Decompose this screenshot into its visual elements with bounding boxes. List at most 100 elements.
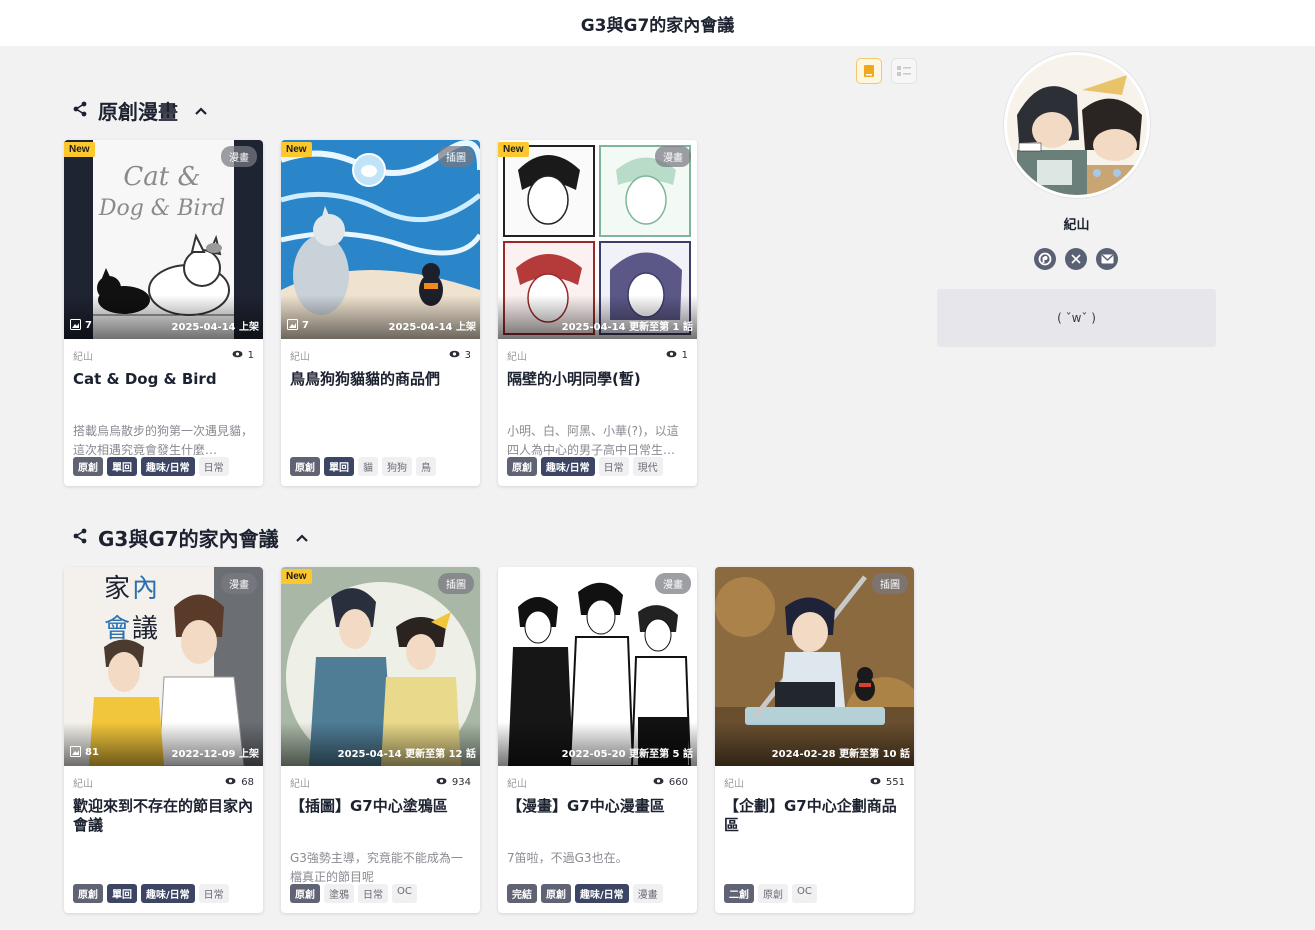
work-card[interactable]: New 插圖 2025-04-14 更新至第 12 話 紀山 934 【插圖】G… bbox=[281, 567, 480, 913]
tag[interactable]: 日常 bbox=[358, 884, 388, 903]
tag[interactable]: 日常 bbox=[598, 457, 629, 476]
author-name[interactable]: 紀山 bbox=[507, 775, 527, 790]
work-card[interactable]: 漫畫 2022-05-20 更新至第 5 話 紀山 660 【漫畫】G7中心漫畫… bbox=[498, 567, 697, 913]
tag-list: 二創 原創 OC bbox=[724, 884, 817, 903]
cover-image[interactable]: 家 內 會 議 漫畫 81 2022-12-09 上架 bbox=[64, 567, 263, 766]
chevron-up-icon[interactable] bbox=[194, 101, 208, 120]
card-description: 小明、白、阿黑、小華(?)，以這四人為中心的男子高中日常生… bbox=[507, 424, 679, 457]
view-count: 3 bbox=[464, 350, 471, 361]
tag-list: 原創 趣味/日常 日常 現代 bbox=[507, 457, 663, 476]
tag[interactable]: 原創 bbox=[758, 884, 788, 903]
author-name[interactable]: 紀山 bbox=[73, 775, 93, 790]
section-title: G3與G7的家內會議 bbox=[98, 527, 279, 551]
card-title[interactable]: 【插圖】G7中心塗鴉區 bbox=[290, 797, 471, 835]
view-count: 934 bbox=[451, 777, 471, 788]
work-card[interactable]: New 插圖 7 2025-04-14 上架 紀山 3 鳥鳥狗狗貓貓的商品們 原… bbox=[281, 140, 480, 486]
share-icon[interactable] bbox=[72, 528, 88, 548]
svg-text:Cat &: Cat & bbox=[123, 162, 200, 192]
new-badge: New bbox=[281, 569, 312, 584]
card-title[interactable]: 鳥鳥狗狗貓貓的商品們 bbox=[290, 370, 471, 408]
cover-image[interactable]: 插圖 2024-02-28 更新至第 10 話 bbox=[715, 567, 914, 766]
chevron-up-icon[interactable] bbox=[295, 528, 309, 547]
avatar[interactable] bbox=[1004, 52, 1150, 198]
card-grid-g3g7: 家 內 會 議 漫畫 81 2022-12-09 上架 紀山 68 歡迎來到不存… bbox=[64, 567, 914, 913]
card-title[interactable]: 【企劃】G7中心企劃商品區 bbox=[724, 797, 905, 835]
tag[interactable]: 鳥 bbox=[416, 457, 436, 476]
author-name[interactable]: 紀山 bbox=[724, 775, 744, 790]
eye-icon bbox=[653, 777, 664, 788]
tag[interactable]: 原創 bbox=[290, 457, 320, 476]
svg-text:會: 會 bbox=[104, 614, 130, 644]
cover-image[interactable]: Cat & Dog & Bird New 漫畫 7 2025-04-14 上架 bbox=[64, 140, 263, 339]
work-card[interactable]: Cat & Dog & Bird New 漫畫 7 2025-04-14 上架 … bbox=[64, 140, 263, 486]
card-title[interactable]: Cat & Dog & Bird bbox=[73, 370, 254, 408]
type-badge: 漫畫 bbox=[221, 146, 257, 167]
tag[interactable]: 貓 bbox=[358, 457, 378, 476]
tag[interactable]: 狗狗 bbox=[382, 457, 412, 476]
new-badge: New bbox=[64, 142, 95, 157]
cover-image[interactable]: 漫畫 2022-05-20 更新至第 5 話 bbox=[498, 567, 697, 766]
cover-date: 2025-04-14 上架 bbox=[388, 322, 476, 333]
card-description: 7笛啦，不過G3也在。 bbox=[507, 851, 628, 865]
author-name[interactable]: 紀山 bbox=[290, 775, 310, 790]
cover-date: 2022-05-20 更新至第 5 話 bbox=[561, 749, 693, 760]
tag[interactable]: OC bbox=[792, 884, 817, 903]
work-card[interactable]: 家 內 會 議 漫畫 81 2022-12-09 上架 紀山 68 歡迎來到不存… bbox=[64, 567, 263, 913]
tag[interactable]: 日常 bbox=[198, 884, 229, 903]
tag[interactable]: 完結 bbox=[507, 884, 537, 903]
card-title[interactable]: 歡迎來到不存在的節目家內會議 bbox=[73, 797, 254, 835]
card-description: 搭載烏烏散步的狗第一次遇見貓，這次相遇究竟會發生什麼… bbox=[73, 424, 254, 457]
card-title[interactable]: 【漫畫】G7中心漫畫區 bbox=[507, 797, 688, 835]
work-card[interactable]: 插圖 2024-02-28 更新至第 10 話 紀山 551 【企劃】G7中心企… bbox=[715, 567, 914, 913]
tag[interactable]: 原創 bbox=[290, 884, 320, 903]
tag[interactable]: 趣味/日常 bbox=[575, 884, 629, 903]
card-title[interactable]: 隔壁的小明同學(暫) bbox=[507, 370, 688, 408]
type-badge: 插圖 bbox=[438, 573, 474, 594]
mail-icon[interactable] bbox=[1096, 248, 1118, 270]
view-toggle bbox=[856, 58, 917, 84]
eye-icon bbox=[225, 777, 236, 788]
cover-image[interactable]: New 插圖 7 2025-04-14 上架 bbox=[281, 140, 480, 339]
tag[interactable]: 二創 bbox=[724, 884, 754, 903]
tag[interactable]: 日常 bbox=[198, 457, 229, 476]
tag[interactable]: 原創 bbox=[507, 457, 537, 476]
eye-icon bbox=[436, 777, 447, 788]
image-count: 81 bbox=[85, 747, 99, 758]
tag[interactable]: OC bbox=[392, 884, 417, 903]
card-description bbox=[724, 849, 905, 887]
card-view-icon[interactable] bbox=[856, 58, 882, 84]
tag[interactable]: 單回 bbox=[324, 457, 354, 476]
plurk-icon[interactable] bbox=[1034, 248, 1056, 270]
tag[interactable]: 單回 bbox=[107, 884, 137, 903]
card-description bbox=[290, 422, 471, 460]
tag[interactable]: 原創 bbox=[541, 884, 571, 903]
tag[interactable]: 單回 bbox=[107, 457, 137, 476]
tag[interactable]: 塗鴉 bbox=[324, 884, 354, 903]
cover-date: 2025-04-14 更新至第 1 話 bbox=[561, 322, 693, 333]
eye-icon bbox=[449, 350, 460, 361]
view-count: 551 bbox=[885, 777, 905, 788]
author-name[interactable]: 紀山 bbox=[507, 348, 527, 363]
tag[interactable]: 趣味/日常 bbox=[541, 457, 595, 476]
tag[interactable]: 趣味/日常 bbox=[141, 457, 195, 476]
new-badge: New bbox=[281, 142, 312, 157]
list-view-icon[interactable] bbox=[891, 58, 917, 84]
tag[interactable]: 漫畫 bbox=[632, 884, 663, 903]
work-card[interactable]: New 漫畫 2025-04-14 更新至第 1 話 紀山 1 隔壁的小明同學(… bbox=[498, 140, 697, 486]
tag-list: 原創 單回 貓 狗狗 鳥 bbox=[290, 457, 436, 476]
type-badge: 插圖 bbox=[438, 146, 474, 167]
share-icon[interactable] bbox=[72, 101, 88, 121]
profile-bio: ( ˇwˇ ) bbox=[937, 289, 1216, 347]
eye-icon bbox=[666, 350, 677, 361]
author-name[interactable]: 紀山 bbox=[290, 348, 310, 363]
tag[interactable]: 趣味/日常 bbox=[141, 884, 195, 903]
cover-image[interactable]: New 插圖 2025-04-14 更新至第 12 話 bbox=[281, 567, 480, 766]
section-header-original: 原創漫畫 bbox=[72, 96, 208, 125]
x-icon[interactable] bbox=[1065, 248, 1087, 270]
tag[interactable]: 現代 bbox=[632, 457, 663, 476]
tag[interactable]: 原創 bbox=[73, 884, 103, 903]
cover-image[interactable]: New 漫畫 2025-04-14 更新至第 1 話 bbox=[498, 140, 697, 339]
tag[interactable]: 原創 bbox=[73, 457, 103, 476]
svg-text:Dog & Bird: Dog & Bird bbox=[98, 196, 225, 221]
author-name[interactable]: 紀山 bbox=[73, 348, 93, 363]
